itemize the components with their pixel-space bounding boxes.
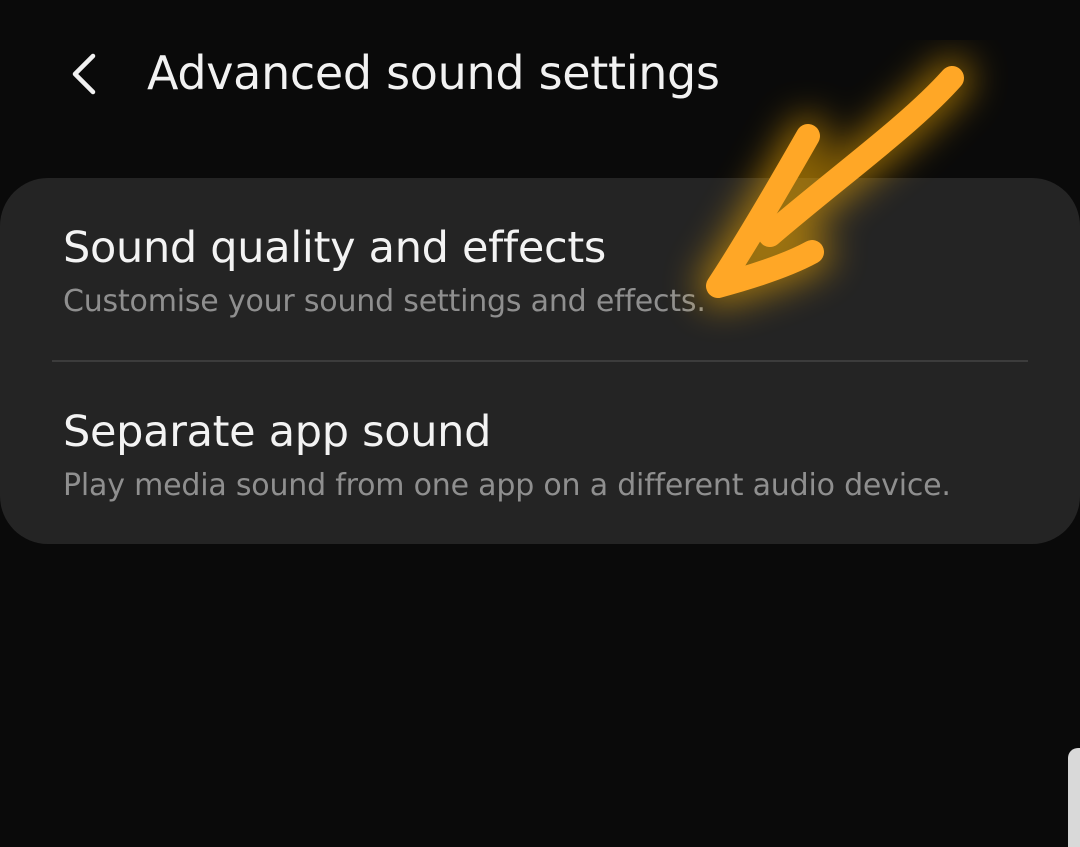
settings-item-description: Customise your sound settings and effect…	[63, 284, 706, 319]
scroll-indicator	[1068, 748, 1080, 847]
settings-card: Sound quality and effects Customise your…	[0, 178, 1080, 544]
settings-item-title: Separate app sound	[63, 407, 492, 457]
settings-item-title: Sound quality and effects	[63, 223, 606, 273]
top-app-bar: Advanced sound settings	[0, 0, 1080, 150]
page-title: Advanced sound settings	[147, 46, 720, 100]
settings-item-description: Play media sound from one app on a diffe…	[63, 468, 951, 503]
chevron-left-icon	[72, 53, 96, 95]
back-button[interactable]	[58, 44, 110, 104]
settings-item-separate-app-sound[interactable]: Separate app sound Play media sound from…	[0, 362, 1080, 544]
settings-item-sound-quality-and-effects[interactable]: Sound quality and effects Customise your…	[0, 178, 1080, 360]
